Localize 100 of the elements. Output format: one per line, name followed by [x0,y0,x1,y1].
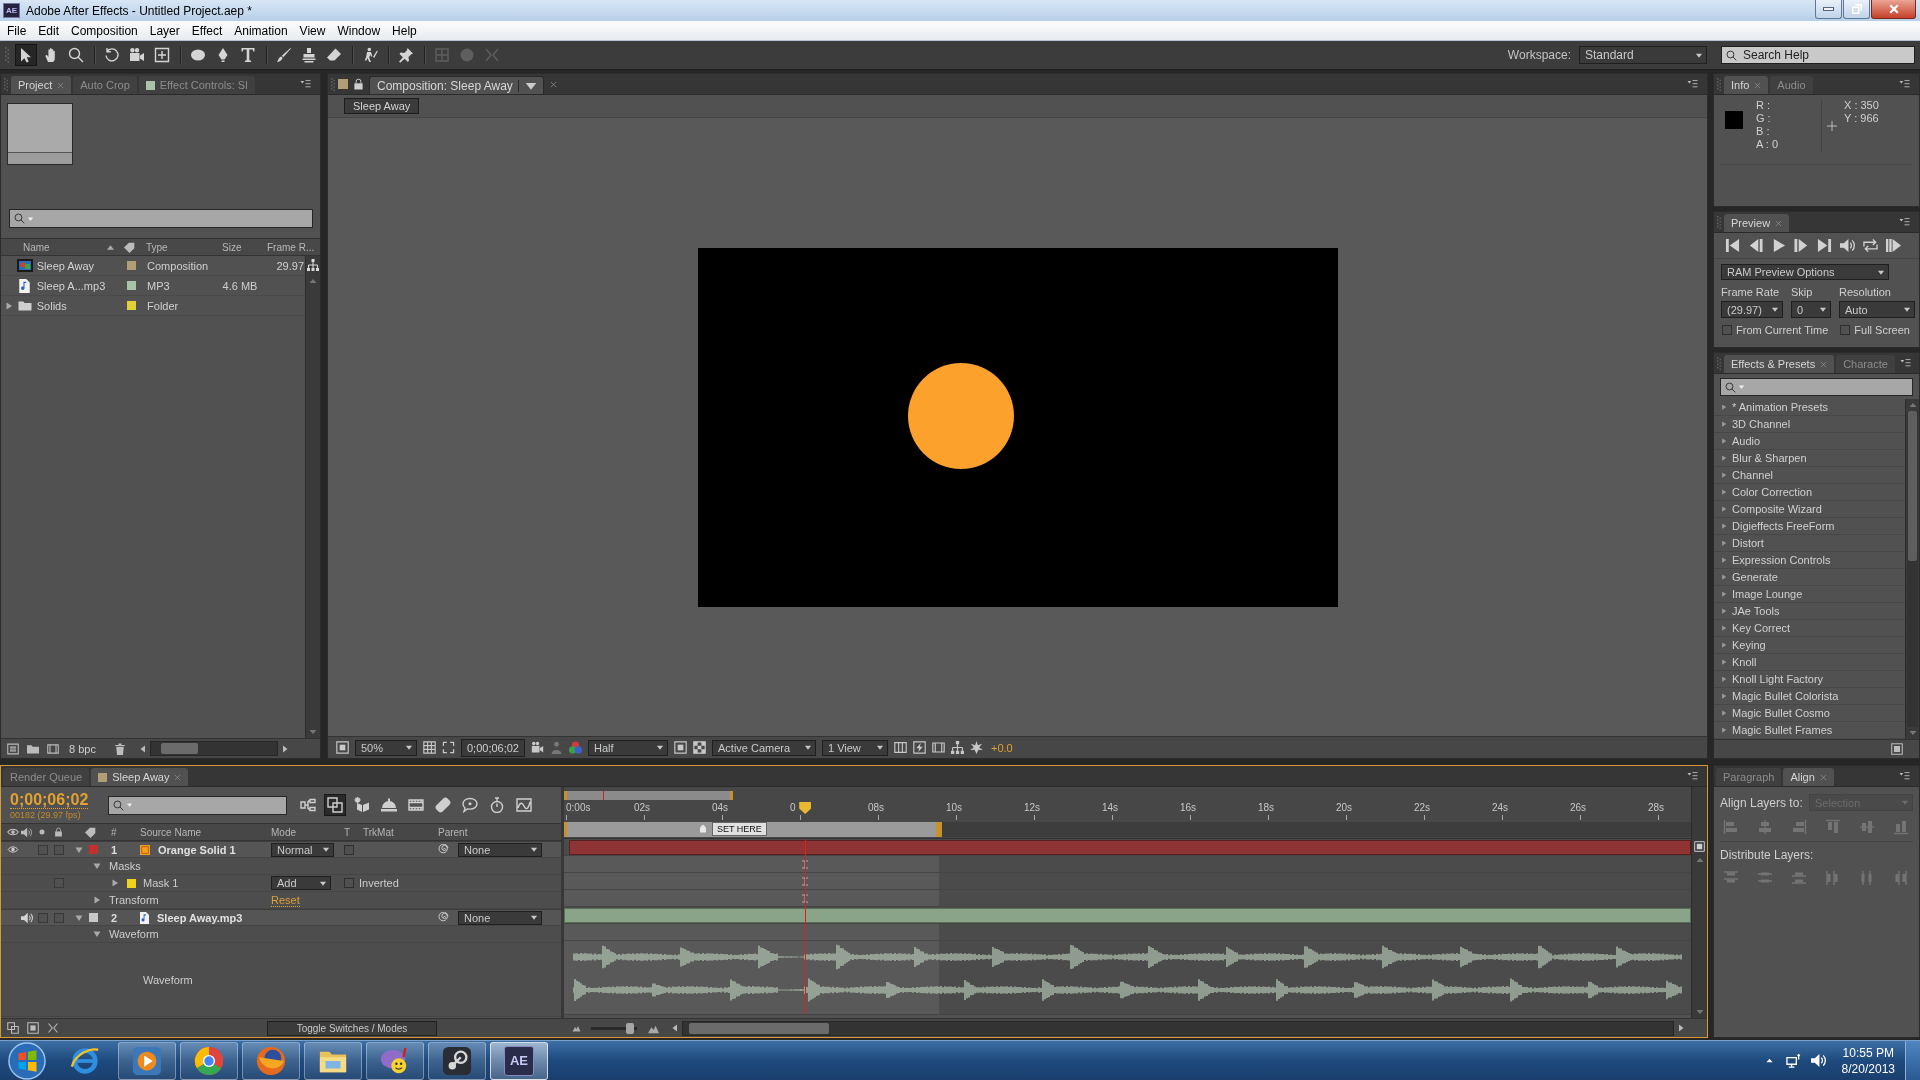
menu-item[interactable]: Composition [65,23,144,38]
scroll-down-icon[interactable] [308,728,318,736]
workspace-dropdown[interactable]: Standard [1579,46,1707,64]
item-name[interactable]: Sleep Away [36,259,125,272]
effect-category-item[interactable]: Channel [1714,467,1905,484]
lock-switch[interactable] [54,912,64,923]
effect-category-item[interactable]: Knoll [1714,654,1905,671]
reset-link[interactable]: Reset [271,893,300,907]
toggle-button[interactable] [324,794,346,816]
work-area-end-handle[interactable] [936,822,943,837]
disclosure-triangle-icon[interactable] [5,301,13,310]
clock-time[interactable]: 10:55 PM [1842,1044,1894,1061]
flowchart-icon[interactable] [307,259,319,271]
effect-category-item[interactable]: Magic Bullet Colorista [1714,688,1905,705]
grip-icon[interactable] [4,77,8,91]
panel-menu-icon[interactable] [1898,217,1911,227]
column-header[interactable]: Name [23,241,106,253]
maximize-button[interactable] [1843,0,1870,19]
list-box-icon[interactable] [7,742,19,755]
spiral-icon[interactable] [438,912,449,923]
preview-options-dropdown[interactable]: RAM Preview Options [1721,264,1889,280]
preserve-transparency-checkbox[interactable] [344,844,354,855]
grip-icon[interactable] [1717,215,1721,229]
scroll-right-icon[interactable] [280,743,289,754]
camera-icon[interactable] [531,741,544,754]
search-help-field[interactable]: Search Help [1721,46,1915,64]
trash-icon[interactable] [113,742,126,755]
square-in-square-icon[interactable] [1891,743,1903,755]
panel-tab[interactable]: Characte [1836,355,1895,373]
breadcrumb-button[interactable]: Sleep Away [344,98,420,114]
taskbar-app-button[interactable] [428,1041,486,1080]
skip-to-end-icon[interactable] [1817,238,1832,253]
column-header[interactable]: TrkMat [356,826,431,838]
work-area-track[interactable]: SET HERE [564,822,1691,837]
panel-tab[interactable]: Project [11,76,72,94]
panel-tab[interactable]: Auto Crop [73,76,137,94]
scrollbar-track[interactable] [149,741,278,756]
panel-tab[interactable]: Align [1783,768,1834,786]
scroll-up-icon[interactable] [308,277,318,285]
folder-icon[interactable] [27,742,39,755]
menu-item[interactable]: Edit [32,23,66,38]
checkbox[interactable] [1840,325,1851,335]
view-layout-dropdown[interactable]: 1 View [822,739,888,756]
search-field[interactable] [108,795,287,815]
network-icon[interactable] [1785,1053,1801,1068]
marker-label[interactable]: SET HERE [712,822,767,836]
panel-tab[interactable]: Sleep Away [91,768,189,786]
effect-category-item[interactable]: Distort [1714,535,1905,552]
panel-menu-icon[interactable] [1686,771,1699,781]
checkerboard-icon[interactable] [693,741,706,754]
scrollbar[interactable] [305,256,320,738]
scroll-up-icon[interactable] [1907,401,1918,409]
scroll-down-icon[interactable] [1694,1008,1705,1016]
panel-tab[interactable]: Render Queue [3,768,90,786]
effect-category-item[interactable]: Composite Wizard [1714,501,1905,518]
disclosure-triangle-icon[interactable] [111,879,119,887]
column-header[interactable]: Size [222,241,267,253]
panel-menu-icon[interactable] [1898,358,1912,368]
panel-tab[interactable]: Info [1724,76,1769,94]
flag-orb-icon[interactable] [8,1041,46,1080]
mask-mode-dropdown[interactable]: Add [271,876,331,890]
checkbox[interactable] [1722,325,1732,335]
close-icon[interactable] [549,80,557,88]
menu-item[interactable]: Animation [228,23,294,38]
preview-setting-dropdown[interactable]: Auto [1839,301,1915,318]
label-swatch-icon[interactable] [89,913,98,922]
current-time-display[interactable]: 0;00;06;02 [10,790,89,809]
spiral-icon[interactable] [438,844,449,855]
starburst-icon[interactable] [970,741,983,754]
column-header[interactable]: Parent [431,826,561,838]
panel-menu-icon[interactable] [1898,771,1911,781]
layer-name[interactable]: Orange Solid 1 [158,843,236,856]
square-in-square-icon[interactable] [1694,841,1705,852]
effect-category-item[interactable]: Expression Controls [1714,552,1905,569]
checkbox-label[interactable]: Full Screen [1854,324,1910,336]
scrollbar[interactable] [1691,787,1707,1018]
panel-tab[interactable]: Preview [1724,214,1790,232]
menu-item[interactable]: Effect [185,23,229,38]
columns-icon[interactable] [894,741,907,754]
item-name[interactable]: Solids [36,299,125,312]
search-input[interactable]: Search Help [1737,48,1914,62]
effect-category-item[interactable]: Audio [1714,433,1905,450]
grip-icon[interactable] [331,77,335,91]
label-swatch-icon[interactable] [127,261,137,270]
taskbar-app-button[interactable] [180,1041,238,1080]
parent-dropdown[interactable]: None [458,842,542,857]
zoom-slider-thumb[interactable] [626,1022,635,1034]
square-in-square-icon[interactable] [674,741,687,754]
column-header[interactable]: T [341,826,356,838]
speaker-icon[interactable] [1810,1053,1826,1068]
effect-category-item[interactable]: Key Correct [1714,620,1905,637]
taskbar-app-button[interactable] [242,1041,300,1080]
overlapping-squares-icon[interactable] [7,1022,19,1034]
close-button[interactable] [1871,0,1916,19]
label-swatch-icon[interactable] [89,845,98,854]
square-in-square-icon[interactable] [336,741,349,754]
scrollbar-thumb[interactable] [689,1022,829,1034]
square-in-square-icon[interactable] [27,1022,39,1034]
tag-icon[interactable] [124,241,135,253]
disclosure-triangle-icon[interactable] [75,845,83,854]
